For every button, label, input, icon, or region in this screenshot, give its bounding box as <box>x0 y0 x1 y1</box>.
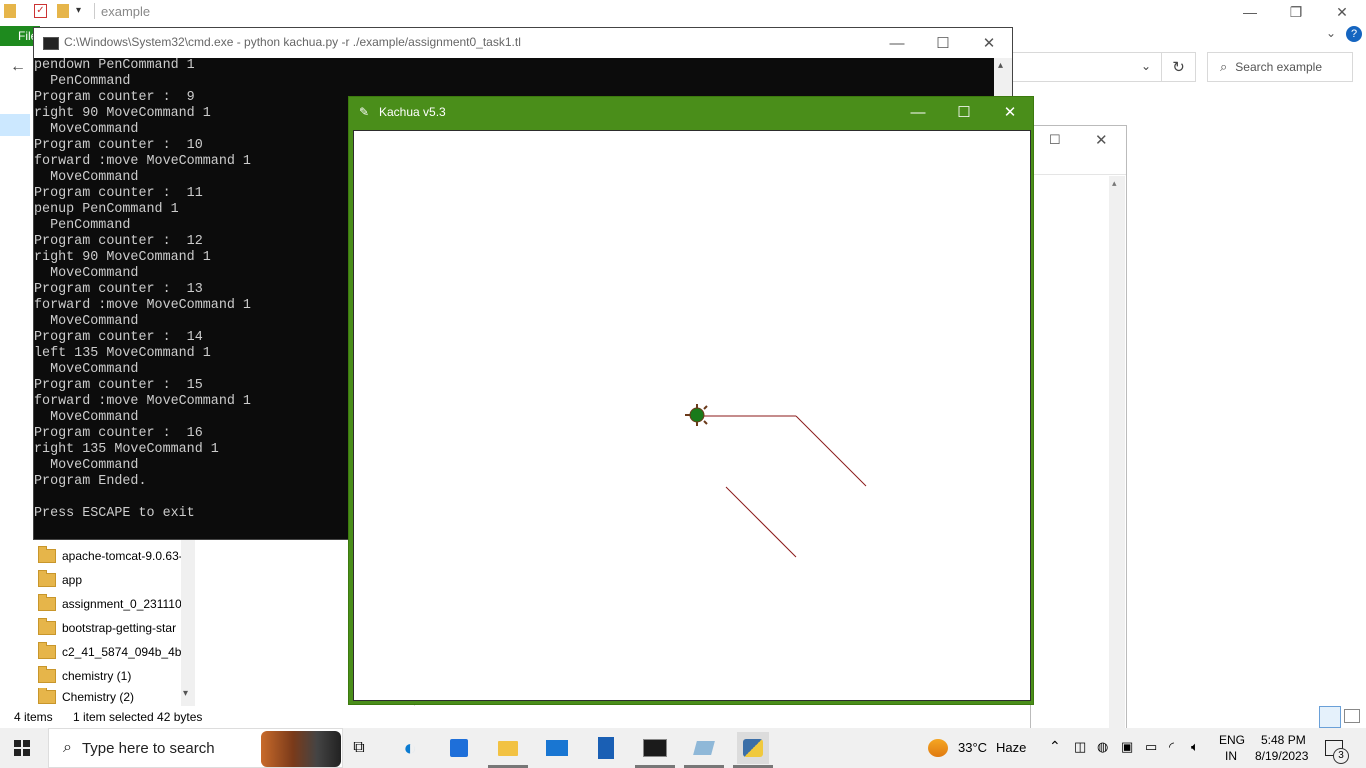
language-top[interactable]: ENG <box>1219 733 1245 747</box>
tree-item[interactable]: chemistry (1) <box>38 664 183 688</box>
zip-folder-icon <box>38 546 56 563</box>
close-button[interactable]: ✕ <box>966 28 1012 58</box>
weather-temp[interactable]: 33°C <box>958 740 987 755</box>
status-selection: 1 item selected 42 bytes <box>73 710 203 724</box>
notepad-icon[interactable] <box>688 732 720 764</box>
status-bar: 4 items 1 item selected 42 bytes <box>0 706 1366 728</box>
nav-scrollbar[interactable]: ▾ <box>181 540 195 706</box>
edge-icon[interactable]: ◐ <box>394 732 426 764</box>
tree-item[interactable]: app <box>38 568 183 592</box>
minimize-button[interactable]: — <box>1227 0 1273 24</box>
console-line: pendown PenCommand 1 <box>34 58 195 73</box>
maximize-button[interactable]: ☐ <box>941 97 987 127</box>
zip-folder-icon <box>38 642 56 659</box>
restore-button[interactable]: ❐ <box>1273 0 1319 24</box>
weather-icon[interactable] <box>928 739 948 757</box>
close-button[interactable]: ✕ <box>1319 0 1365 24</box>
close-button[interactable]: ✕ <box>1095 131 1108 149</box>
tree-item[interactable]: bootstrap-getting-star <box>38 616 183 640</box>
zip-folder-icon <box>38 666 56 683</box>
battery-icon[interactable]: ▭ <box>1145 739 1157 755</box>
status-item-count: 4 items <box>14 710 53 724</box>
background-window: ☐ ✕ ▴ <box>1030 125 1127 730</box>
turtle-canvas[interactable] <box>353 130 1031 701</box>
taskbar: ⌕ Type here to search ⧉ ◐ 33°C Haze ⌃ ◫ … <box>0 728 1366 768</box>
details-view-icon[interactable] <box>1319 706 1341 728</box>
task-view-icon[interactable]: ⧉ <box>343 732 375 764</box>
properties-icon[interactable]: ✓ <box>34 4 47 18</box>
mail-icon[interactable] <box>541 732 573 764</box>
clock-date[interactable]: 8/19/2023 <box>1255 749 1308 763</box>
tree-item[interactable]: apache-tomcat-9.0.63- <box>38 544 183 568</box>
back-arrow-icon[interactable]: ← <box>10 58 26 76</box>
chat-icon[interactable]: ▣ <box>1121 739 1133 755</box>
cmd-titlebar[interactable]: C:\Windows\System32\cmd.exe - python kac… <box>34 28 1012 58</box>
search-highlight-image <box>261 731 341 767</box>
scrollbar[interactable]: ▴ <box>1109 176 1125 728</box>
notification-badge: 3 <box>1333 748 1349 764</box>
document-icon[interactable] <box>590 732 622 764</box>
refresh-button[interactable]: ↻ <box>1162 52 1196 82</box>
search-field[interactable]: ⌕ Search example <box>1207 52 1353 82</box>
address-bar[interactable]: ⌄ <box>1000 52 1162 82</box>
tree-item[interactable]: assignment_0_2311100 <box>38 592 183 616</box>
ribbon-expand-icon[interactable]: ⌄ <box>1326 26 1336 40</box>
scroll-down-icon[interactable]: ▾ <box>183 688 188 699</box>
tree-item[interactable]: Chemistry (2) <box>38 688 183 706</box>
terminal-icon[interactable] <box>639 732 671 764</box>
weather-desc[interactable]: Haze <box>996 740 1026 755</box>
zip-folder-icon <box>38 570 56 587</box>
cmd-icon <box>43 37 59 50</box>
drawn-line <box>725 486 797 558</box>
python-icon[interactable] <box>737 732 769 764</box>
clock-time[interactable]: 5:48 PM <box>1261 733 1306 747</box>
meet-icon[interactable]: ◫ <box>1074 739 1086 755</box>
explorer-title: example <box>101 4 151 19</box>
maximize-button[interactable]: ☐ <box>920 28 966 58</box>
scroll-up-icon[interactable]: ▴ <box>1112 178 1117 189</box>
selected-nav-item[interactable] <box>0 114 30 136</box>
zip-folder-icon <box>38 618 56 635</box>
file-explorer-icon[interactable] <box>492 732 524 764</box>
divider <box>1031 174 1126 175</box>
scroll-up-icon[interactable]: ▴ <box>998 60 1003 71</box>
windows-start-icon[interactable] <box>14 740 30 756</box>
divider <box>94 3 95 19</box>
language-bottom[interactable]: IN <box>1225 749 1237 763</box>
new-folder-icon[interactable] <box>57 4 69 18</box>
network-globe-icon[interactable]: ◍ <box>1097 739 1108 755</box>
turtle-drawing <box>685 404 867 558</box>
minimize-button[interactable]: — <box>874 28 920 58</box>
explorer-titlebar: ✓ ▾ example — ❐ ✕ <box>0 0 1366 24</box>
drawn-line <box>795 415 867 487</box>
search-placeholder: Search example <box>1235 60 1322 74</box>
search-icon: ⌕ <box>63 739 72 756</box>
taskbar-search[interactable]: ⌕ Type here to search <box>48 728 343 768</box>
console-line: PenCommand <box>34 74 131 89</box>
kachua-window[interactable]: ✎ Kachua v5.3 — ☐ ✕ <box>348 96 1034 705</box>
address-dropdown-icon[interactable]: ⌄ <box>1141 59 1151 73</box>
large-icons-view-icon[interactable] <box>1344 709 1360 723</box>
turtle-icon <box>685 404 708 426</box>
wifi-icon[interactable]: ◜ <box>1169 739 1174 755</box>
tree-item[interactable]: c2_41_5874_094b_4ba2 <box>38 640 183 664</box>
taskbar-search-placeholder: Type here to search <box>81 739 215 757</box>
close-button[interactable]: ✕ <box>987 97 1033 127</box>
zip-folder-icon <box>38 688 56 704</box>
help-icon[interactable]: ? <box>1346 26 1362 42</box>
folder-icon <box>4 4 16 18</box>
cmd-title: C:\Windows\System32\cmd.exe - python kac… <box>64 35 521 49</box>
feather-icon: ✎ <box>359 105 370 119</box>
minimize-button[interactable]: — <box>895 97 941 127</box>
maximize-button[interactable]: ☐ <box>1049 132 1061 148</box>
kachua-title: Kachua v5.3 <box>379 105 446 119</box>
qat-dropdown-icon[interactable]: ▾ <box>76 5 81 16</box>
chevron-up-icon[interactable]: ⌃ <box>1049 738 1061 755</box>
search-icon: ⌕ <box>1220 59 1228 74</box>
volume-icon[interactable]: 🔈︎ <box>1191 739 1199 755</box>
zip-folder-icon <box>38 594 56 611</box>
store-icon[interactable] <box>443 732 475 764</box>
